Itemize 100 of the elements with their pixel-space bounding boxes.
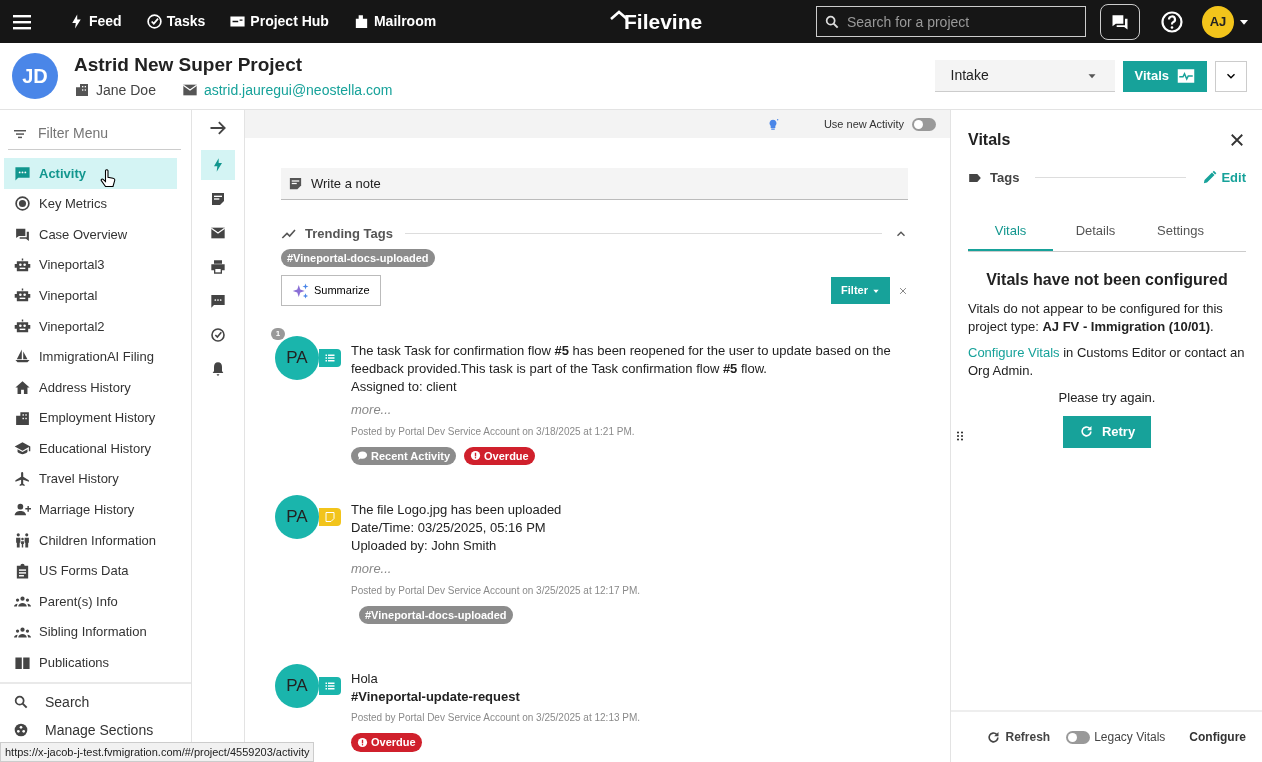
refresh-button[interactable]: Refresh (986, 728, 1051, 746)
bell-icon (210, 361, 226, 377)
envelope-icon (210, 225, 226, 241)
help-icon (1160, 9, 1184, 34)
help-text: Configure Vitals in Customs Editor or contact an Org Admin. (968, 344, 1246, 380)
author-avatar: PA (275, 664, 319, 708)
phase-dropdown[interactable]: Intake (934, 60, 1115, 92)
user-avatar[interactable]: AJ (1202, 5, 1234, 38)
retry-prompt: Please try again. (1057, 389, 1157, 407)
menu-item[interactable]: Sibling Information (4, 616, 177, 648)
project-title: Astrid New Super Project (74, 53, 304, 78)
menu-item[interactable]: Educational History (4, 433, 177, 464)
panel-title: Vitals (968, 130, 1011, 150)
list-icon (324, 680, 336, 692)
file-icon (324, 511, 336, 523)
menu-item[interactable]: Marriage History (4, 494, 177, 526)
family-icon (14, 531, 31, 549)
menu-item[interactable]: Publications (4, 647, 177, 679)
target-icon (14, 195, 31, 213)
chat-icon (14, 226, 31, 243)
message-icon (14, 164, 31, 182)
grip-icon (954, 430, 966, 442)
nav-link[interactable]: Tasks (145, 11, 206, 32)
empty-heading: Vitals have not been configured (985, 270, 1229, 290)
refresh-icon (986, 729, 1002, 745)
note-icon (288, 176, 303, 191)
project-avatar: JD (12, 53, 58, 99)
nav-link[interactable]: Feed (68, 11, 122, 32)
menu-item[interactable]: Travel History (4, 463, 177, 495)
more-link[interactable]: more... (351, 400, 894, 420)
empty-message: Vitals do not appear to be configured for this project type: AJ FV - Immigration (10/01). (968, 300, 1224, 336)
close-button[interactable] (1228, 131, 1246, 149)
client-name: Jane Doe (96, 80, 156, 100)
drag-handle[interactable] (954, 430, 966, 442)
message-icon (210, 293, 226, 309)
chat-button[interactable] (1100, 3, 1140, 40)
sparkle-icon (292, 281, 310, 300)
menu-footer-item[interactable]: Search (0, 688, 191, 716)
status-chip: Overdue (351, 733, 422, 752)
toggle-switch[interactable] (912, 117, 936, 131)
entry-text: The task Task for confirmation flow #5 has been reopened for the user to update based on the feedback provided.This task is part of the Task confirmation flow #5 flow. Assigned to: client (351, 342, 892, 396)
author-avatar: PA (275, 495, 319, 539)
menu-item[interactable]: Children Information (4, 525, 177, 556)
check-circle-icon (210, 327, 226, 343)
menu-item[interactable]: Vineportal2 (4, 310, 177, 342)
status-url-tooltip: https://x-jacob-j-test.fvmigration.com/#/project/4559203/activity (0, 741, 315, 762)
printer-icon (210, 259, 226, 275)
menu-item[interactable]: Vineportal (4, 280, 177, 311)
clipboard-icon (14, 562, 31, 580)
configure-button[interactable]: Configure (1189, 728, 1246, 746)
entry-text: Hola #Vineportal-update-request (351, 670, 521, 706)
menu-item[interactable]: ImmigrationAI Filing (4, 341, 177, 373)
menu-item[interactable]: Address History (4, 372, 177, 403)
airplane-icon (14, 470, 31, 488)
pulse-icon (1177, 67, 1195, 85)
search-icon (13, 694, 29, 710)
logo: Filevine (610, 5, 703, 38)
menu-item[interactable]: Employment History (4, 402, 177, 434)
refresh-icon (1078, 424, 1094, 439)
author-avatar: PA (275, 336, 319, 380)
alert-icon (357, 736, 368, 748)
menu-item[interactable]: Vineportal3 (4, 249, 177, 281)
house-icon (14, 378, 31, 396)
posted-info: Posted by Portal Dev Service Account on 3/18/2025 at 1:21 PM. (351, 424, 636, 439)
pencil-icon (1202, 170, 1218, 186)
building-icon (74, 82, 90, 99)
robot-icon (14, 317, 31, 335)
menu-item[interactable]: Key Metrics (4, 188, 177, 220)
note-icon (210, 191, 226, 207)
note-field[interactable]: Write a note (281, 168, 908, 200)
speech-bubble-icon (357, 450, 368, 462)
toggle-label: Use new Activity (823, 116, 904, 132)
close-icon (1228, 131, 1246, 149)
summarize-button[interactable]: Summarize (281, 275, 381, 306)
building-icon (14, 409, 31, 427)
menu-item[interactable]: Parent(s) Info (4, 586, 177, 617)
tag-chip: Recent Activity (351, 446, 457, 465)
list-icon (324, 352, 336, 364)
tab[interactable]: Vitals (968, 211, 1053, 251)
nav-link[interactable]: Mailroom (352, 11, 437, 32)
toggle-label: Legacy Vitals (1094, 729, 1166, 746)
search-field[interactable]: Search for a project (816, 6, 1086, 37)
menu-item[interactable]: Case Overview (4, 219, 177, 250)
section-title: Trending Tags (305, 225, 393, 243)
entry-text: The file Logo.jpg has been uploaded Date/Time: 03/25/2025, 05:16 PM Uploaded by: John Smith (351, 501, 563, 555)
more-link[interactable]: more... (351, 559, 641, 579)
check-circle-icon (145, 13, 163, 30)
comment-count: 1 (271, 328, 285, 340)
tab[interactable]: Details (1053, 211, 1138, 251)
toggle-switch[interactable] (1066, 730, 1091, 744)
tab[interactable]: Settings (1138, 211, 1223, 251)
menu-footer-item[interactable]: Manage Sections (0, 716, 191, 744)
close-icon (898, 286, 908, 297)
robot-icon (14, 256, 31, 274)
alert-icon (470, 450, 482, 462)
posted-info: Posted by Portal Dev Service Account on 3/25/2025 at 12:17 PM. (351, 583, 641, 598)
nav-link[interactable]: Project Hub (229, 11, 329, 32)
tags-label: Tags (990, 169, 1020, 187)
menu-item[interactable]: US Forms Data (4, 555, 177, 587)
help-button[interactable] (1160, 9, 1184, 34)
